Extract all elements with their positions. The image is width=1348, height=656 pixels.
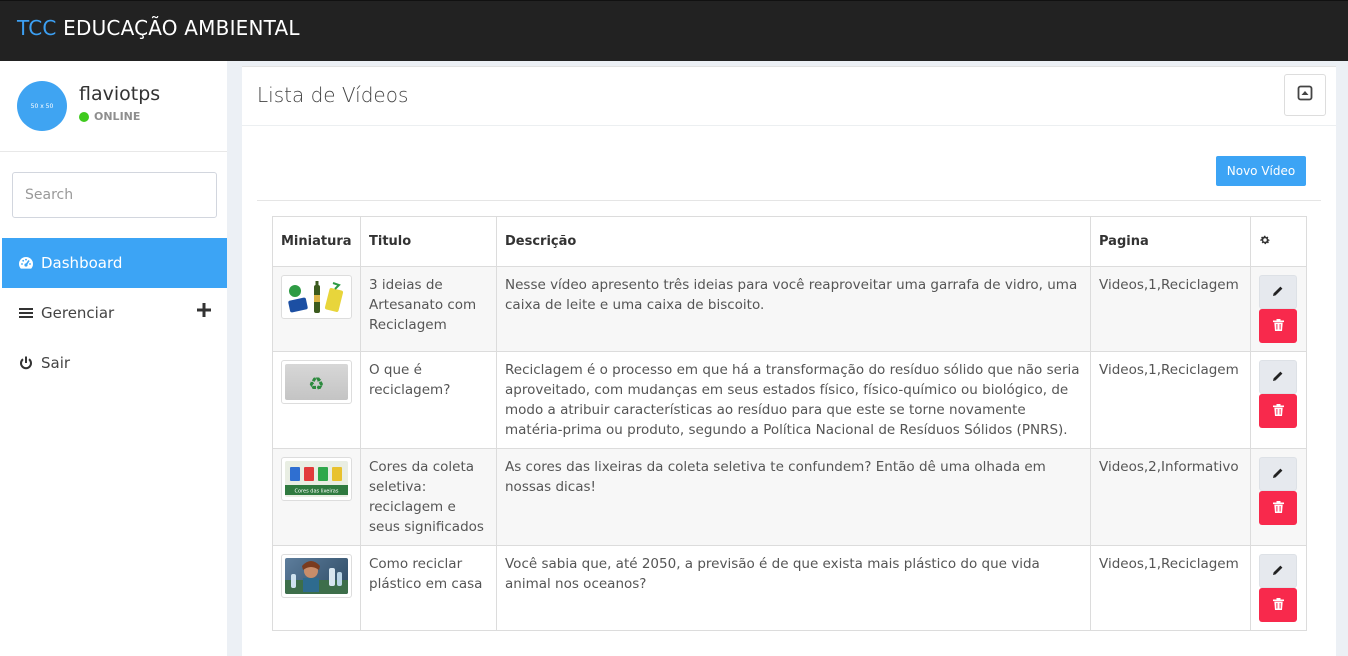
table-header-row: Miniatura Titulo Descrição Pagina	[272, 216, 1307, 267]
description-cell: As cores das lixeiras da coleta seletiva…	[496, 448, 1091, 546]
thumb-caption: Cores das lixeiras	[295, 489, 339, 495]
edit-button[interactable]	[1259, 275, 1297, 309]
pencil-icon	[1272, 467, 1284, 482]
actions-cell	[1250, 448, 1307, 546]
delete-button[interactable]	[1259, 491, 1297, 525]
plastic-recycling-thumbnail[interactable]	[281, 554, 352, 598]
online-indicator-icon	[79, 111, 89, 122]
plus-icon[interactable]	[197, 303, 213, 319]
top-navbar: TCC EDUCAÇÃO AMBIENTAL	[0, 0, 1348, 61]
edit-button[interactable]	[1259, 457, 1297, 491]
brand-name: EDUCAÇÃO AMBIENTAL	[63, 16, 300, 40]
column-header-actions	[1250, 216, 1307, 267]
username: flaviotps	[79, 83, 161, 105]
app-brand[interactable]: TCC EDUCAÇÃO AMBIENTAL	[17, 16, 300, 40]
table-row: 3 ideias de Artesanato com Reciclagem Ne…	[272, 266, 1307, 352]
user-panel: 50 x 50 flaviotps ONLINE	[0, 61, 227, 152]
actions-cell	[1250, 351, 1307, 449]
pencil-icon	[1272, 370, 1284, 385]
description-cell: Você sabia que, até 2050, a previsão é d…	[496, 545, 1091, 631]
delete-button[interactable]	[1259, 394, 1297, 428]
videos-table: Miniatura Titulo Descrição Pagina 3 idei…	[272, 216, 1307, 631]
page-cell: Videos,2,Informativo	[1090, 448, 1251, 546]
delete-button[interactable]	[1259, 588, 1297, 622]
page-cell: Videos,1,Reciclagem	[1090, 545, 1251, 631]
column-header-titulo: Titulo	[360, 216, 497, 267]
column-header-descricao: Descrição	[496, 216, 1091, 267]
dashboard-icon	[17, 254, 35, 272]
title-cell: Como reciclar plástico em casa	[360, 545, 497, 631]
new-video-button[interactable]: Novo Vídeo	[1216, 156, 1306, 186]
recycle-crafts-thumbnail[interactable]	[281, 275, 352, 319]
trash-icon	[1272, 318, 1284, 334]
video-list-box: Lista de Vídeos Novo Vídeo Miniatura Tit…	[242, 66, 1336, 656]
sidebar-item-gerenciar[interactable]: Gerenciar	[2, 288, 227, 338]
page-title: Lista de Vídeos	[257, 83, 409, 107]
page-cell: Videos,1,Reciclagem	[1090, 266, 1251, 352]
edit-button[interactable]	[1259, 360, 1297, 394]
svg-text:♻: ♻	[308, 374, 324, 395]
sidebar-item-label: Gerenciar	[41, 304, 115, 322]
bars-icon	[17, 304, 35, 322]
sidebar-item-label: Sair	[41, 354, 71, 372]
table-row: ♻ O que é reciclagem? Reciclagem é o pro…	[272, 351, 1307, 449]
thumbnail-cell	[272, 266, 361, 352]
collapse-button[interactable]	[1284, 74, 1326, 116]
thumbnail-cell: Cores das lixeiras	[272, 448, 361, 546]
power-icon	[17, 354, 35, 372]
thumbnail-cell: ♻	[272, 351, 361, 449]
pencil-icon	[1272, 564, 1284, 579]
description-cell: Reciclagem é o processo em que há a tran…	[496, 351, 1091, 449]
collapse-icon	[1297, 85, 1313, 105]
actions-cell	[1250, 545, 1307, 631]
recycling-bins-thumbnail[interactable]: Cores das lixeiras	[281, 457, 352, 501]
status-label: ONLINE	[94, 110, 141, 123]
page-cell: Videos,1,Reciclagem	[1090, 351, 1251, 449]
gear-icon	[1259, 235, 1271, 250]
brand-prefix: TCC	[17, 16, 57, 40]
pencil-icon	[1272, 285, 1284, 300]
title-cell: O que é reciclagem?	[360, 351, 497, 449]
trash-icon	[1272, 597, 1284, 613]
sidebar-item-label: Dashboard	[41, 254, 123, 272]
table-row: Cores das lixeiras Cores da coleta selet…	[272, 448, 1307, 546]
title-cell: 3 ideias de Artesanato com Reciclagem	[360, 266, 497, 352]
status-badge: ONLINE	[79, 110, 140, 123]
title-cell: Cores da coleta seletiva: reciclagem e s…	[360, 448, 497, 546]
column-header-miniatura: Miniatura	[272, 216, 361, 267]
divider	[257, 200, 1321, 201]
actions-cell	[1250, 266, 1307, 352]
trash-icon	[1272, 500, 1284, 516]
divider	[242, 125, 1336, 126]
column-header-pagina: Pagina	[1090, 216, 1251, 267]
recycle-symbol-thumbnail[interactable]: ♻	[281, 360, 352, 404]
sidebar: 50 x 50 flaviotps ONLINE Dashboard Geren…	[0, 61, 227, 656]
sidebar-item-dashboard[interactable]: Dashboard	[2, 238, 227, 288]
trash-icon	[1272, 403, 1284, 419]
description-cell: Nesse vídeo apresento três ideias para v…	[496, 266, 1091, 352]
delete-button[interactable]	[1259, 309, 1297, 343]
edit-button[interactable]	[1259, 554, 1297, 588]
avatar: 50 x 50	[17, 81, 67, 131]
sidebar-item-sair[interactable]: Sair	[2, 338, 227, 388]
thumbnail-cell	[272, 545, 361, 631]
table-row: Como reciclar plástico em casa Você sabi…	[272, 545, 1307, 631]
search-input[interactable]	[12, 172, 217, 218]
